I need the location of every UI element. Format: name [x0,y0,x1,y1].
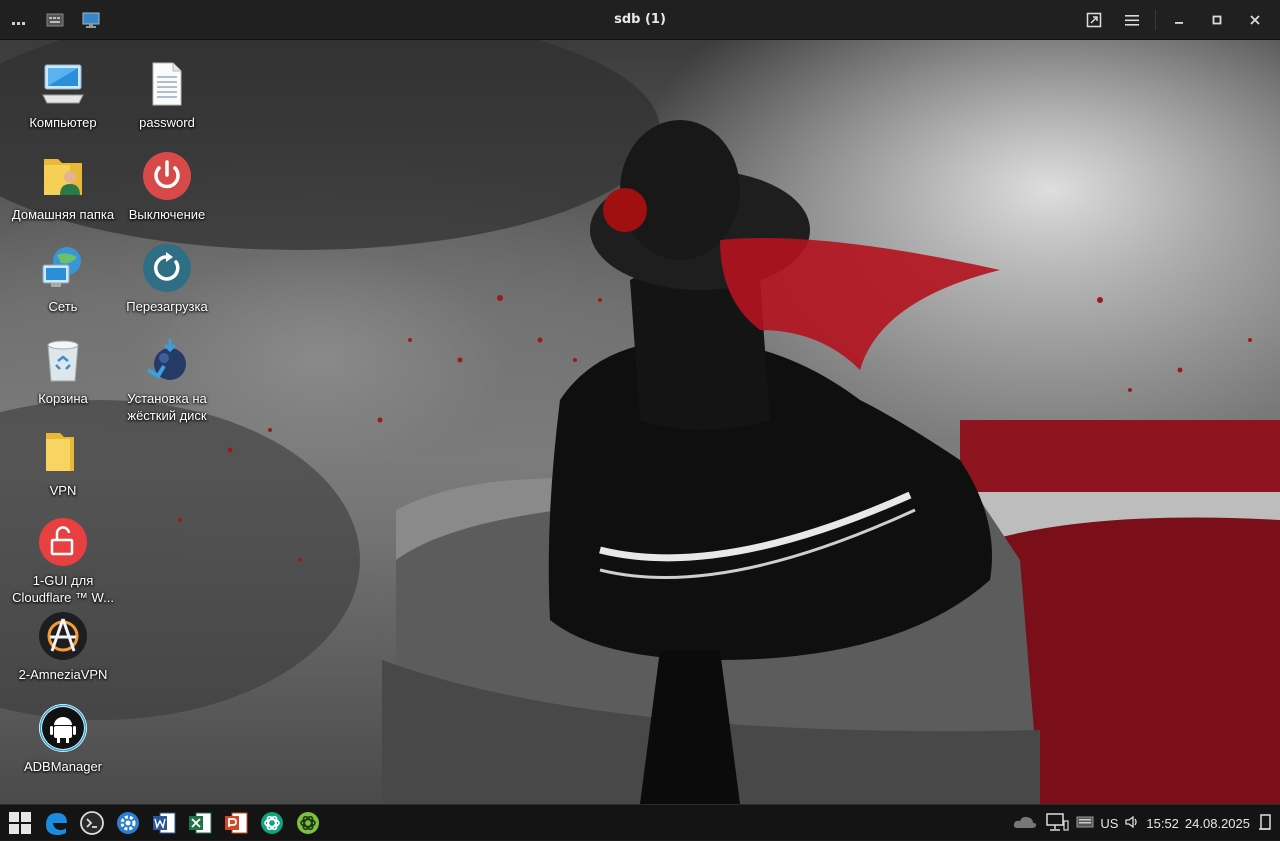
more-icon[interactable] [8,9,30,31]
desktop-icon-reboot[interactable]: Перезагрузка [109,242,225,315]
keyboard-layout[interactable]: US [1100,816,1118,831]
powerpoint-icon[interactable] [220,807,252,839]
start-icon[interactable] [4,807,36,839]
menu-icon[interactable] [1113,0,1151,40]
reboot-icon [141,242,193,294]
settings-icon[interactable] [112,807,144,839]
desktop-icon-computer[interactable]: Компьютер [5,58,121,131]
network-icon [37,242,89,294]
chatgpt-icon[interactable] [256,807,288,839]
home-folder-icon [37,150,89,202]
system-tray: US 15:52 24.08.2025 [1012,805,1274,841]
install-icon [141,334,193,386]
desktop-icon-password[interactable]: password [109,58,225,131]
volume-icon[interactable] [1124,814,1140,833]
power-icon [141,150,193,202]
folder-icon [37,426,89,478]
monitor-icon[interactable] [80,9,102,31]
trash-icon [37,334,89,386]
unlock-icon [37,516,89,568]
network-tray-icon[interactable] [1044,811,1070,836]
window-titlebar: sdb (1) [0,0,1280,40]
computer-icon [37,58,89,110]
cloud-icon[interactable] [1012,813,1038,834]
desktop-icon-shutdown[interactable]: Выключение [109,150,225,223]
desktop-icon-adbmanager[interactable]: ADBManager [5,702,121,775]
desktop-icon-trash[interactable]: Корзина [5,334,121,407]
amnezia-icon [37,610,89,662]
fullscreen-icon[interactable] [1075,0,1113,40]
desktop-icon-vpn[interactable]: VPN [5,426,121,499]
desktop-icon-amneziavpn[interactable]: 2-AmneziaVPN [5,610,121,683]
edge-icon[interactable] [40,807,72,839]
taskbar: US 15:52 24.08.2025 [0,804,1280,840]
maximize-icon[interactable] [1198,0,1236,40]
taskbar-apps [4,805,324,841]
titlebar-left-tools [8,0,102,40]
clock-date[interactable]: 24.08.2025 [1185,816,1250,831]
android-icon [37,702,89,754]
show-desktop-icon[interactable] [1256,812,1274,835]
clock-time[interactable]: 15:52 [1146,816,1179,831]
window-controls [1075,0,1274,40]
text-file-icon [141,58,193,110]
excel-icon[interactable] [184,807,216,839]
titlebar-separator [1155,10,1156,30]
keyboard-icon[interactable] [44,9,66,31]
desktop-icon-home[interactable]: Домашняя папка [5,150,121,223]
word-icon[interactable] [148,807,180,839]
desktop-icon-network[interactable]: Сеть [5,242,121,315]
desktop-icon-install[interactable]: Установка на жёсткий диск [109,334,225,424]
terminal-icon[interactable] [76,807,108,839]
minimize-icon[interactable] [1160,0,1198,40]
chatgpt-green-icon[interactable] [292,807,324,839]
desktop-icon-cloudflare-gui[interactable]: 1-GUI для Cloudflare ™ W... [5,516,121,606]
close-icon[interactable] [1236,0,1274,40]
desktop[interactable]: Компьютер password Домашняя папка Выключ… [0,40,1280,804]
keyboard-layout-icon[interactable] [1076,815,1094,832]
